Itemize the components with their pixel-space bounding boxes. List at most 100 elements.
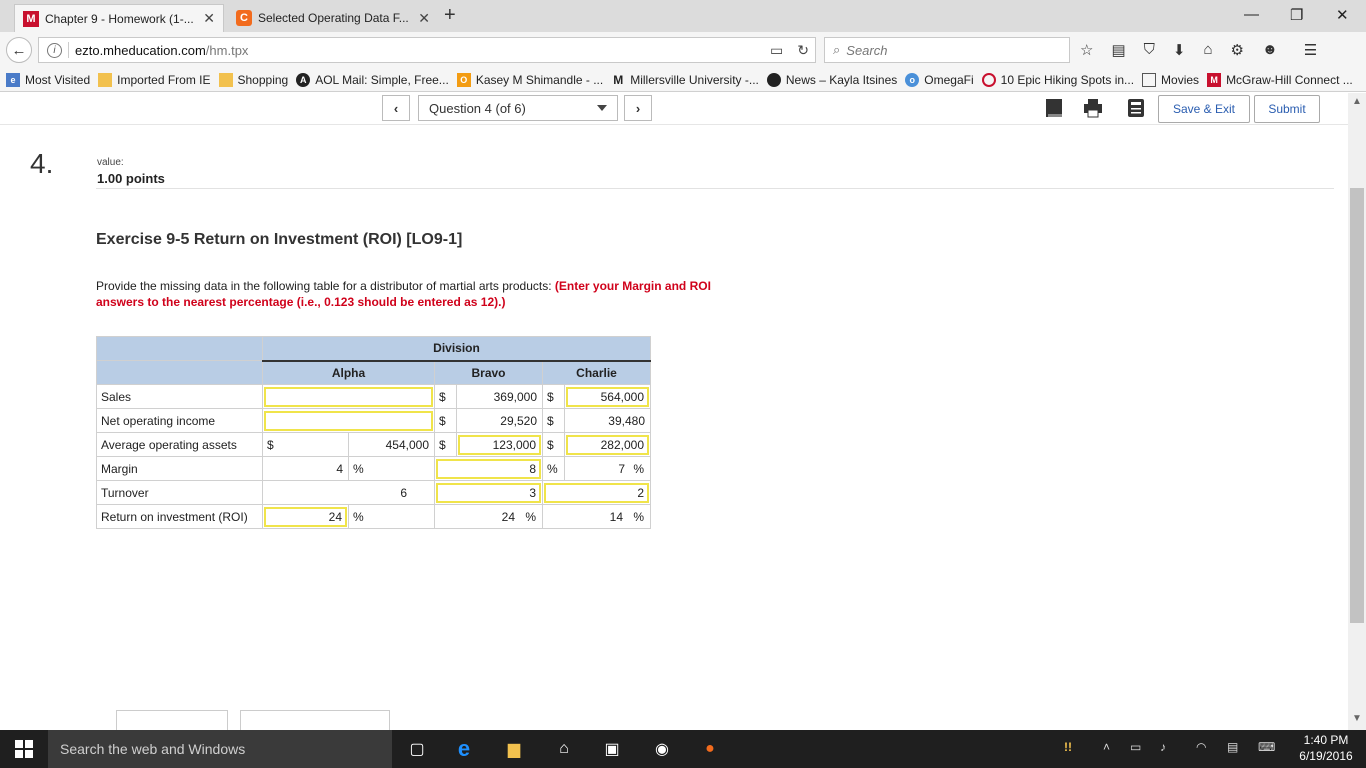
- bookmark-label: Movies: [1161, 72, 1200, 87]
- close-window-icon[interactable]: ✕: [1336, 6, 1349, 24]
- alpha-sales-input[interactable]: [264, 386, 433, 407]
- question-selector[interactable]: Question 4 (of 6): [418, 95, 618, 121]
- bravo-noi-value: 29,520: [500, 413, 537, 428]
- taskbar-search-box[interactable]: Search the web and Windows: [48, 730, 392, 768]
- bookmark-kasey-shimandle[interactable]: O Kasey M Shimandle - ...: [456, 72, 604, 87]
- url-bar[interactable]: i ezto.mheducation.com/hm.tpx ▭ ↻: [38, 37, 816, 63]
- bookmark-imported-from-ie[interactable]: Imported From IE: [98, 72, 211, 87]
- print-icon[interactable]: [1082, 97, 1104, 119]
- question-selector-label: Question 4 (of 6): [429, 100, 526, 116]
- reader-view-icon[interactable]: ▭: [770, 42, 783, 59]
- calculator-icon[interactable]: [1125, 97, 1147, 119]
- divider: [96, 188, 1334, 189]
- scrollbar-thumb[interactable]: [1350, 188, 1364, 623]
- extension-icon[interactable]: ⚙: [1231, 41, 1244, 59]
- alpha-noi-input[interactable]: [264, 410, 433, 431]
- charlie-turnover-input[interactable]: 2: [544, 482, 649, 503]
- bravo-turnover-input[interactable]: 3: [436, 482, 541, 503]
- submit-button[interactable]: Submit: [1254, 95, 1320, 123]
- task-view-icon[interactable]: ▢: [405, 737, 429, 761]
- value-label: value:: [97, 157, 124, 168]
- currency-symbol: $: [542, 432, 565, 457]
- notification-warning-icon[interactable]: !!: [1064, 740, 1072, 754]
- row-label-noi: Net operating income: [96, 408, 263, 433]
- currency-symbol: $: [542, 408, 565, 433]
- restore-icon[interactable]: ❐: [1290, 6, 1303, 24]
- references-tab[interactable]: [116, 710, 228, 730]
- save-exit-button[interactable]: Save & Exit: [1158, 95, 1250, 123]
- alpha-roi-input[interactable]: 24: [264, 506, 347, 527]
- page-scrollbar[interactable]: ▲ ▼: [1348, 93, 1366, 730]
- table-row: Margin 4 % 8 % 7%: [96, 456, 651, 481]
- search-box[interactable]: ⌕ Search: [824, 37, 1070, 63]
- ebook-resources-tab[interactable]: [240, 710, 391, 730]
- windows-logo-icon: [15, 740, 33, 758]
- charlie-sales-input[interactable]: 564,000: [566, 386, 649, 407]
- percent-symbol: %: [525, 510, 536, 524]
- millersville-icon: M: [613, 72, 624, 87]
- bookmark-label: Kasey M Shimandle - ...: [475, 72, 604, 87]
- percent-symbol: %: [633, 462, 644, 476]
- close-icon[interactable]: ✕: [418, 10, 430, 27]
- table-header-row: Division: [96, 336, 651, 362]
- back-arrow-icon[interactable]: ←: [6, 37, 32, 63]
- scroll-down-icon[interactable]: ▼: [1352, 713, 1362, 724]
- resource-tabs-partial: [116, 710, 398, 730]
- bravo-assets-input[interactable]: 123,000: [458, 434, 541, 455]
- scroll-up-icon[interactable]: ▲: [1352, 96, 1362, 107]
- system-clock[interactable]: 1:40 PM 6/19/2016: [1294, 732, 1358, 764]
- bookmark-hiking-spots[interactable]: 10 Epic Hiking Spots in...: [981, 72, 1134, 87]
- bookmark-movies[interactable]: Movies: [1142, 72, 1200, 87]
- bookmark-shopping[interactable]: Shopping: [218, 72, 288, 87]
- alpha-margin-value: 4: [336, 461, 343, 476]
- url-host: ezto.mheducation.com: [75, 42, 206, 58]
- download-icon[interactable]: ⬇: [1173, 41, 1186, 59]
- browser-tab-operating-data[interactable]: C Selected Operating Data F... ✕: [228, 4, 438, 32]
- table-row: Turnover 6 3 2: [96, 480, 651, 505]
- charlie-noi-value: 39,480: [608, 413, 645, 428]
- bookmark-omegafi[interactable]: o OmegaFi: [905, 72, 974, 87]
- previous-question-chevron-icon[interactable]: ‹: [382, 95, 410, 121]
- pocket-icon[interactable]: ⛉: [1144, 41, 1155, 59]
- close-icon[interactable]: ✕: [203, 10, 215, 27]
- omegafi-icon: o: [905, 72, 920, 87]
- show-hidden-icons-chevron-up-icon[interactable]: ˄: [1103, 740, 1110, 754]
- camera-app-icon[interactable]: ◉: [650, 737, 674, 761]
- browser-tab-homework[interactable]: M Chapter 9 - Homework (1-... ✕: [14, 4, 224, 32]
- bookmark-label: McGraw-Hill Connect ...: [1226, 72, 1353, 87]
- edge-browser-icon[interactable]: e: [452, 736, 476, 761]
- search-icon: ⌕: [833, 42, 841, 57]
- new-tab-plus-icon[interactable]: +: [444, 4, 456, 27]
- bookmark-most-visited[interactable]: e Most Visited: [6, 72, 90, 87]
- firefox-icon[interactable]: ●: [698, 737, 722, 761]
- info-icon[interactable]: i: [47, 42, 62, 58]
- file-explorer-icon[interactable]: ▆: [502, 737, 526, 761]
- currency-symbol: $: [542, 384, 565, 409]
- bookmark-millersville[interactable]: M Millersville University -...: [611, 73, 759, 87]
- bookmark-star-icon[interactable]: ☆: [1080, 41, 1093, 59]
- bookmark-label: News – Kayla Itsines: [785, 72, 898, 87]
- keyboard-icon[interactable]: ⌨: [1258, 740, 1275, 754]
- store-icon[interactable]: ▣: [600, 737, 624, 761]
- battery-icon[interactable]: ▭: [1130, 740, 1141, 754]
- hamburger-menu-icon[interactable]: ☰: [1304, 41, 1317, 59]
- bookmark-aol-mail[interactable]: A AOL Mail: Simple, Free...: [296, 72, 449, 87]
- bravo-margin-input[interactable]: 8: [436, 458, 541, 479]
- bookmark-news-kayla[interactable]: News – Kayla Itsines: [766, 72, 898, 87]
- home-icon[interactable]: ⌂: [1203, 41, 1212, 59]
- reload-icon[interactable]: ↻: [797, 42, 809, 59]
- currency-symbol: $: [434, 384, 457, 409]
- bookmark-mcgraw-hill-connect[interactable]: M McGraw-Hill Connect ...: [1207, 72, 1353, 87]
- bravo-sales-value: 369,000: [493, 389, 537, 404]
- ebook-icon[interactable]: [1043, 97, 1065, 119]
- volume-icon[interactable]: ♪: [1160, 740, 1166, 754]
- smiley-icon[interactable]: ☻: [1262, 41, 1278, 59]
- home-icon[interactable]: ⌂: [552, 737, 576, 761]
- charlie-assets-input[interactable]: 282,000: [566, 434, 649, 455]
- minimize-icon[interactable]: —: [1244, 6, 1259, 23]
- reading-list-icon[interactable]: ▤: [1111, 41, 1125, 59]
- next-question-chevron-icon[interactable]: ›: [624, 95, 652, 121]
- wifi-icon[interactable]: ◠: [1196, 740, 1206, 754]
- windows-start-icon[interactable]: [0, 730, 48, 768]
- action-center-icon[interactable]: ▤: [1227, 740, 1238, 754]
